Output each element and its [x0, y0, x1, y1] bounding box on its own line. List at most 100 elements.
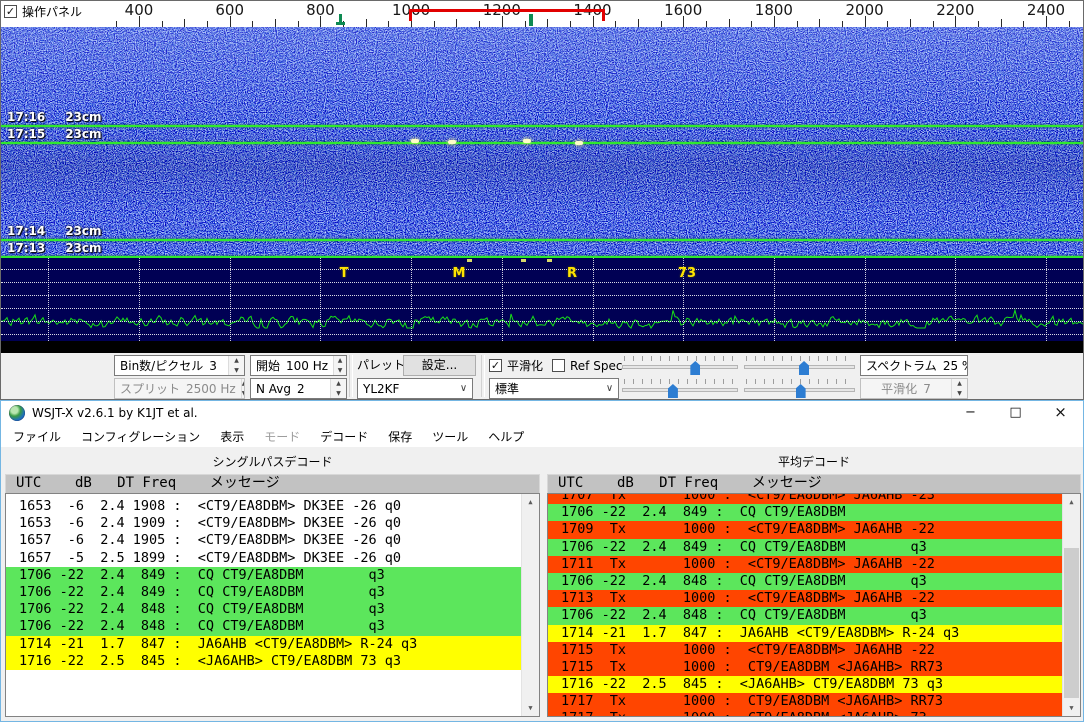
slider-handle[interactable] [690, 361, 700, 375]
slider-handle[interactable] [668, 384, 678, 398]
smooth-label: 平滑化 [881, 382, 917, 396]
bins-per-pixel-spinner[interactable]: Bin数/ピクセル3 ▲▼ [114, 355, 245, 376]
decode-columns-header: UTC dB DT Freq メッセージ [5, 474, 540, 493]
bins-value: 3 [209, 359, 217, 373]
grid-line-vertical [230, 258, 231, 341]
slider-handle[interactable] [799, 361, 809, 375]
decode-row[interactable]: 1715 Tx 1000 : <CT9/EA8DBM> JA6AHB -22 [548, 642, 1063, 659]
spectrum-baseline-strip [1, 341, 1083, 353]
slider-track [622, 365, 738, 369]
scroll-down-icon[interactable]: ▼ [522, 700, 539, 716]
spectrum-percent-spinner[interactable]: スペクトラム25 % ▲▼ [860, 355, 968, 376]
palette-settings-button[interactable]: 設定... [403, 355, 476, 376]
freq-tick [1001, 19, 1002, 27]
navg-label: N Avg [256, 382, 291, 396]
ref-spec-checkbox[interactable]: Ref Spec [552, 355, 622, 376]
scrollbar[interactable]: ▲ ▼ [1062, 494, 1080, 716]
waterfall-display[interactable]: 17:1623cm17:1523cm17:1423cm17:1323cm [1, 27, 1083, 258]
grid-line-vertical [320, 258, 321, 341]
decode-row[interactable]: 1711 Tx 1000 : <CT9/EA8DBM> JA6AHB -22 [548, 556, 1063, 573]
grid-line-vertical [1046, 258, 1047, 341]
waterfall-zero-slider[interactable] [743, 355, 856, 376]
n-avg-spinner[interactable]: N Avg2 ▲▼ [250, 378, 347, 399]
spin-up-icon[interactable]: ▲ [334, 356, 346, 366]
waterfall-gain-slider[interactable] [621, 355, 739, 376]
frequency-marker[interactable] [529, 14, 533, 26]
freq-tick [638, 19, 639, 27]
screen: ✓ 操作パネル 40060080010001200140016001800200… [0, 0, 1084, 722]
signal-speck [521, 259, 526, 262]
spin-down-icon[interactable]: ▼ [229, 366, 244, 376]
decode-list[interactable]: 1653 -6 2.4 1908 : <CT9/EA8DBM> DK3EE -2… [5, 493, 540, 717]
spin-down-icon[interactable]: ▼ [331, 389, 346, 399]
wide-graph-window: ✓ 操作パネル 40060080010001200140016001800200… [0, 0, 1084, 400]
spectrum-gain-slider[interactable] [621, 378, 739, 399]
decode-row[interactable]: 1706 -22 2.4 848 : CQ CT9/EA8DBM q3 [6, 601, 522, 618]
decode-list[interactable]: 1707 Tx 1000 : <CT9/EA8DBM> JA6AHB -2317… [547, 493, 1081, 717]
decode-row[interactable]: 1707 Tx 1000 : <CT9/EA8DBM> JA6AHB -23 [548, 493, 1063, 504]
timestamp-band: 23cm [65, 127, 101, 141]
freq-tick [184, 19, 185, 27]
palette-combobox[interactable]: YL2KF ∨ [357, 378, 473, 399]
decode-row[interactable]: 1716 -22 2.5 845 : <JA6AHB> CT9/EA8DBM 7… [548, 676, 1063, 693]
freq-tick [1046, 16, 1047, 27]
spin-down-icon[interactable]: ▼ [334, 366, 346, 376]
decode-row[interactable]: 1717 Tx 1000 : CT9/EA8DBM <JA6AHB> 73 [548, 710, 1063, 717]
panel-title: 平均デコード [547, 453, 1081, 470]
decode-row[interactable]: 1706 -22 2.4 849 : CQ CT9/EA8DBM q3 [6, 567, 522, 584]
split-label: スプリット [120, 382, 180, 396]
timestamp-band: 23cm [65, 110, 101, 124]
grid-line-horizontal [1, 295, 1083, 296]
decode-row[interactable]: 1706 -22 2.4 849 : CQ CT9/EA8DBM [548, 504, 1063, 521]
scroll-up-icon[interactable]: ▲ [522, 494, 539, 510]
spin-up-icon[interactable]: ▲ [229, 356, 244, 366]
decode-row[interactable]: 1706 -22 2.4 848 : CQ CT9/EA8DBM q3 [6, 618, 522, 635]
signal-blip [523, 139, 531, 143]
spin-up-icon: ▲ [242, 379, 245, 389]
spectrum-label: スペクトラム [866, 359, 937, 373]
decode-row[interactable]: 1717 Tx 1000 : CT9/EA8DBM <JA6AHB> RR73 [548, 693, 1063, 710]
slider-handle[interactable] [796, 384, 806, 398]
curve-value: 標準 [490, 380, 601, 397]
decode-row[interactable]: 1709 Tx 1000 : <CT9/EA8DBM> JA6AHB -22 [548, 521, 1063, 538]
decode-row[interactable]: 1714 -21 1.7 847 : JA6AHB <CT9/EA8DBM> R… [548, 625, 1063, 642]
decode-row[interactable]: 1713 Tx 1000 : <CT9/EA8DBM> JA6AHB -22 [548, 590, 1063, 607]
checkbox-icon: ✓ [4, 5, 17, 18]
decode-row[interactable]: 1657 -5 2.5 1899 : <CT9/EA8DBM> DK3EE -2… [6, 550, 522, 567]
flatten-checkbox[interactable]: ✓ 平滑化 [489, 355, 543, 376]
decode-row[interactable]: 1715 Tx 1000 : CT9/EA8DBM <JA6AHB> RR73 [548, 659, 1063, 676]
decode-row[interactable]: 1657 -6 2.4 1905 : <CT9/EA8DBM> DK3EE -2… [6, 532, 522, 549]
signal-blip [575, 141, 583, 145]
spectrum-value: 25 % [943, 359, 968, 373]
grid-line-vertical [955, 258, 956, 341]
decode-row[interactable]: 1714 -21 1.7 847 : JA6AHB <CT9/EA8DBM> R… [6, 636, 522, 653]
checkbox-icon: ✓ [489, 359, 502, 372]
operation-panel-checkbox[interactable]: ✓ 操作パネル [4, 3, 88, 20]
decode-row[interactable]: 1653 -6 2.4 1909 : <CT9/EA8DBM> DK3EE -2… [6, 515, 522, 532]
decode-row[interactable]: 1706 -22 2.4 849 : CQ CT9/EA8DBM q3 [6, 584, 522, 601]
grid-line-horizontal [1, 308, 1083, 309]
decode-row[interactable]: 1706 -22 2.4 849 : CQ CT9/EA8DBM q3 [548, 539, 1063, 556]
decode-row[interactable]: 1653 -6 2.4 1908 : <CT9/EA8DBM> DK3EE -2… [6, 498, 522, 515]
decode-row[interactable]: 1706 -22 2.4 848 : CQ CT9/EA8DBM q3 [548, 573, 1063, 590]
rx-frequency-marker[interactable] [339, 14, 342, 25]
scrollbar-thumb[interactable] [1064, 548, 1079, 698]
chevron-down-icon: ∨ [601, 383, 618, 394]
scrollbar[interactable]: ▲ ▼ [521, 494, 539, 716]
spin-up-icon[interactable]: ▲ [331, 379, 346, 389]
separator [349, 355, 353, 397]
scroll-up-icon[interactable]: ▲ [1063, 494, 1080, 510]
frequency-scale: ✓ 操作パネル 40060080010001200140016001800200… [1, 1, 1083, 27]
start-freq-spinner[interactable]: 開始100 Hz ▲▼ [250, 355, 347, 376]
panel-title: シングルパスデコード [5, 453, 540, 470]
spectrum-zero-slider[interactable] [743, 378, 856, 399]
spectrum-trace [1, 258, 1083, 341]
curve-combobox[interactable]: 標準 ∨ [489, 378, 619, 399]
operation-panel-label: 操作パネル [22, 3, 82, 20]
timestamp-time: 17:15 [7, 127, 45, 141]
decode-row[interactable]: 1716 -22 2.5 845 : <JA6AHB> CT9/EA8DBM 7… [6, 653, 522, 670]
scroll-down-icon[interactable]: ▼ [1063, 700, 1080, 716]
grid-line-vertical [411, 258, 412, 341]
decode-row[interactable]: 1706 -22 2.4 848 : CQ CT9/EA8DBM q3 [548, 607, 1063, 624]
timestamp-time: 17:13 [7, 241, 45, 255]
